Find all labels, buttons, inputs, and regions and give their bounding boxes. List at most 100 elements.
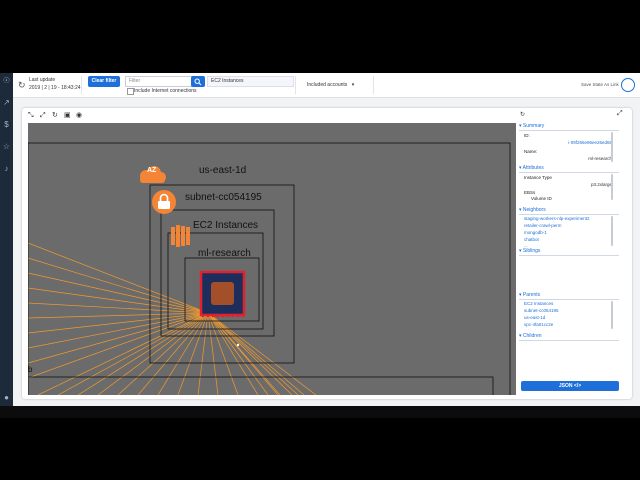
neighbor-link[interactable]: retailer-crawl-perm: [524, 223, 562, 228]
name-label: Name:: [524, 149, 538, 154]
ec2-group-label: EC2 Instances: [193, 220, 259, 231]
neighbor-link[interactable]: chatbot: [524, 237, 539, 242]
connection-line: [207, 312, 269, 395]
neighbor-link[interactable]: staging-workers-nlp-experiment2: [524, 216, 590, 221]
children-section[interactable]: ▾ Children: [519, 333, 542, 339]
image-icon[interactable]: ▣: [64, 112, 71, 120]
node-port: [221, 314, 225, 318]
expand-icon[interactable]: ⤢: [40, 112, 46, 120]
node-port: [231, 314, 235, 318]
lower-box: [28, 376, 494, 395]
dollar-icon[interactable]: $: [1, 120, 12, 130]
node-port: [211, 314, 215, 318]
topology-canvas[interactable]: AZ us-east-1d subnet-cc054195 EC2 Instan…: [28, 123, 516, 395]
divider: [519, 299, 619, 300]
include-internet-checkbox[interactable]: [127, 88, 134, 95]
star-icon[interactable]: ☆: [1, 142, 12, 152]
attributes-scrollbar[interactable]: [611, 174, 613, 200]
parent-link[interactable]: EC2 Instances: [524, 301, 553, 306]
siblings-title: Siblings: [522, 248, 541, 254]
included-accounts-dropdown[interactable]: Included accounts ▾: [307, 82, 354, 88]
search-button[interactable]: [191, 76, 205, 87]
json-button[interactable]: JSON </>: [521, 381, 619, 391]
last-update-label: Last update: [29, 77, 56, 83]
connection-line: [28, 312, 209, 319]
search-icon: [194, 78, 202, 86]
topology-card: ⤡ ⤢ ↻ ▣ ◉ AZ us-east-1d subnet-cc054195 …: [22, 108, 632, 399]
connection-line: [207, 312, 305, 395]
availability-zone-label: us-east-1d: [199, 165, 247, 176]
panel-fullscreen-icon[interactable]: ⤢: [617, 110, 623, 118]
divider: [519, 340, 619, 341]
share-link-icon[interactable]: [621, 78, 635, 92]
refresh-map-icon[interactable]: ↻: [52, 112, 58, 120]
bottom-strip: [0, 406, 640, 418]
lock-icon: [152, 190, 176, 214]
details-panel: ↻ ⤢ ▾ Summary ID: i-09f266e96ee26ed68 Na…: [517, 108, 632, 399]
parent-link[interactable]: vpc-4fa01cc2e: [524, 322, 553, 327]
neighbor-link[interactable]: mongodb-1: [524, 230, 547, 235]
filter-input[interactable]: Filter: [125, 76, 194, 87]
last-update-value: 2019 | 2 | 19 - 18:43:24: [29, 85, 81, 91]
connection-line: [28, 242, 209, 314]
az-badge: AZ: [147, 167, 157, 174]
node-port: [241, 314, 245, 318]
node-port: [201, 314, 205, 318]
neighbor-link[interactable]: ...: [524, 243, 528, 247]
parent-link[interactable]: subnet-cc054195: [524, 308, 559, 313]
summary-title: Summary: [522, 123, 545, 129]
attributes-section[interactable]: ▾ Attributes: [519, 165, 544, 171]
topology-graph[interactable]: [28, 123, 516, 395]
connection-line: [207, 312, 317, 395]
clear-filter-button[interactable]: Clear filter: [88, 76, 120, 87]
id-value[interactable]: i-09f266e96ee26ed68: [568, 140, 612, 145]
caret-down-icon: ▾: [351, 82, 355, 88]
instance-node[interactable]: [199, 270, 246, 318]
save-state-link[interactable]: Save State As Link: [581, 82, 619, 87]
connection-line: [207, 312, 239, 395]
panel-refresh-icon[interactable]: ↻: [520, 111, 525, 118]
arrow-icon[interactable]: ↗: [1, 98, 12, 108]
parents-scrollbar[interactable]: [611, 301, 613, 329]
node-port: [226, 314, 230, 318]
siblings-section[interactable]: ▾ Siblings: [519, 248, 540, 254]
instance-type-value: p3.2xlarge: [590, 182, 612, 187]
logo-icon: ☉: [2, 76, 11, 85]
summary-scrollbar[interactable]: [611, 132, 613, 162]
subnet-label: subnet-cc054195: [185, 192, 262, 203]
instance-type-label: Instance Type: [524, 175, 552, 180]
connection-lines: [28, 242, 317, 395]
divider: [295, 76, 296, 94]
parents-title: Parents: [522, 292, 541, 298]
divider: [519, 130, 619, 131]
connection-line: [28, 312, 209, 349]
name-value: ml-research: [588, 156, 612, 161]
user-icon[interactable]: ●: [1, 393, 12, 403]
left-nav: ☉ ↗ $ ☆ ♪ ●: [0, 73, 13, 406]
included-accounts-label: Included accounts: [307, 82, 348, 88]
parent-link[interactable]: us-east-1d: [524, 315, 545, 320]
connection-line: [207, 312, 281, 395]
connection-line: [197, 312, 209, 395]
active-filter-tag[interactable]: EC2 Instances: [207, 76, 294, 87]
node-port: [206, 314, 210, 318]
shrink-icon[interactable]: ⤡: [28, 112, 34, 120]
app-window: ☉ ↗ $ ☆ ♪ ● ↻ Last update 2019 | 2 | 19 …: [0, 73, 640, 406]
cursor: [236, 343, 240, 347]
refresh-icon[interactable]: ↻: [18, 80, 26, 91]
volume-id-label: Volume ID: [531, 196, 552, 201]
summary-section[interactable]: ▾ Summary: [519, 123, 544, 129]
top-bar: ↻ Last update 2019 | 2 | 19 - 18:43:24 C…: [13, 73, 640, 98]
attributes-title: Attributes: [522, 165, 544, 171]
connection-line: [207, 312, 219, 395]
bell-icon[interactable]: ♪: [1, 164, 12, 174]
divider: [519, 214, 619, 215]
connection-line: [28, 287, 209, 314]
neighbors-scrollbar[interactable]: [611, 216, 613, 246]
divider: [519, 172, 619, 173]
camera-icon[interactable]: ◉: [76, 112, 82, 120]
neighbors-title: Neighbors: [522, 207, 546, 213]
neighbors-section[interactable]: ▾ Neighbors: [519, 207, 546, 213]
vpc-box[interactable]: [28, 142, 511, 395]
parents-section[interactable]: ▾ Parents: [519, 292, 540, 298]
